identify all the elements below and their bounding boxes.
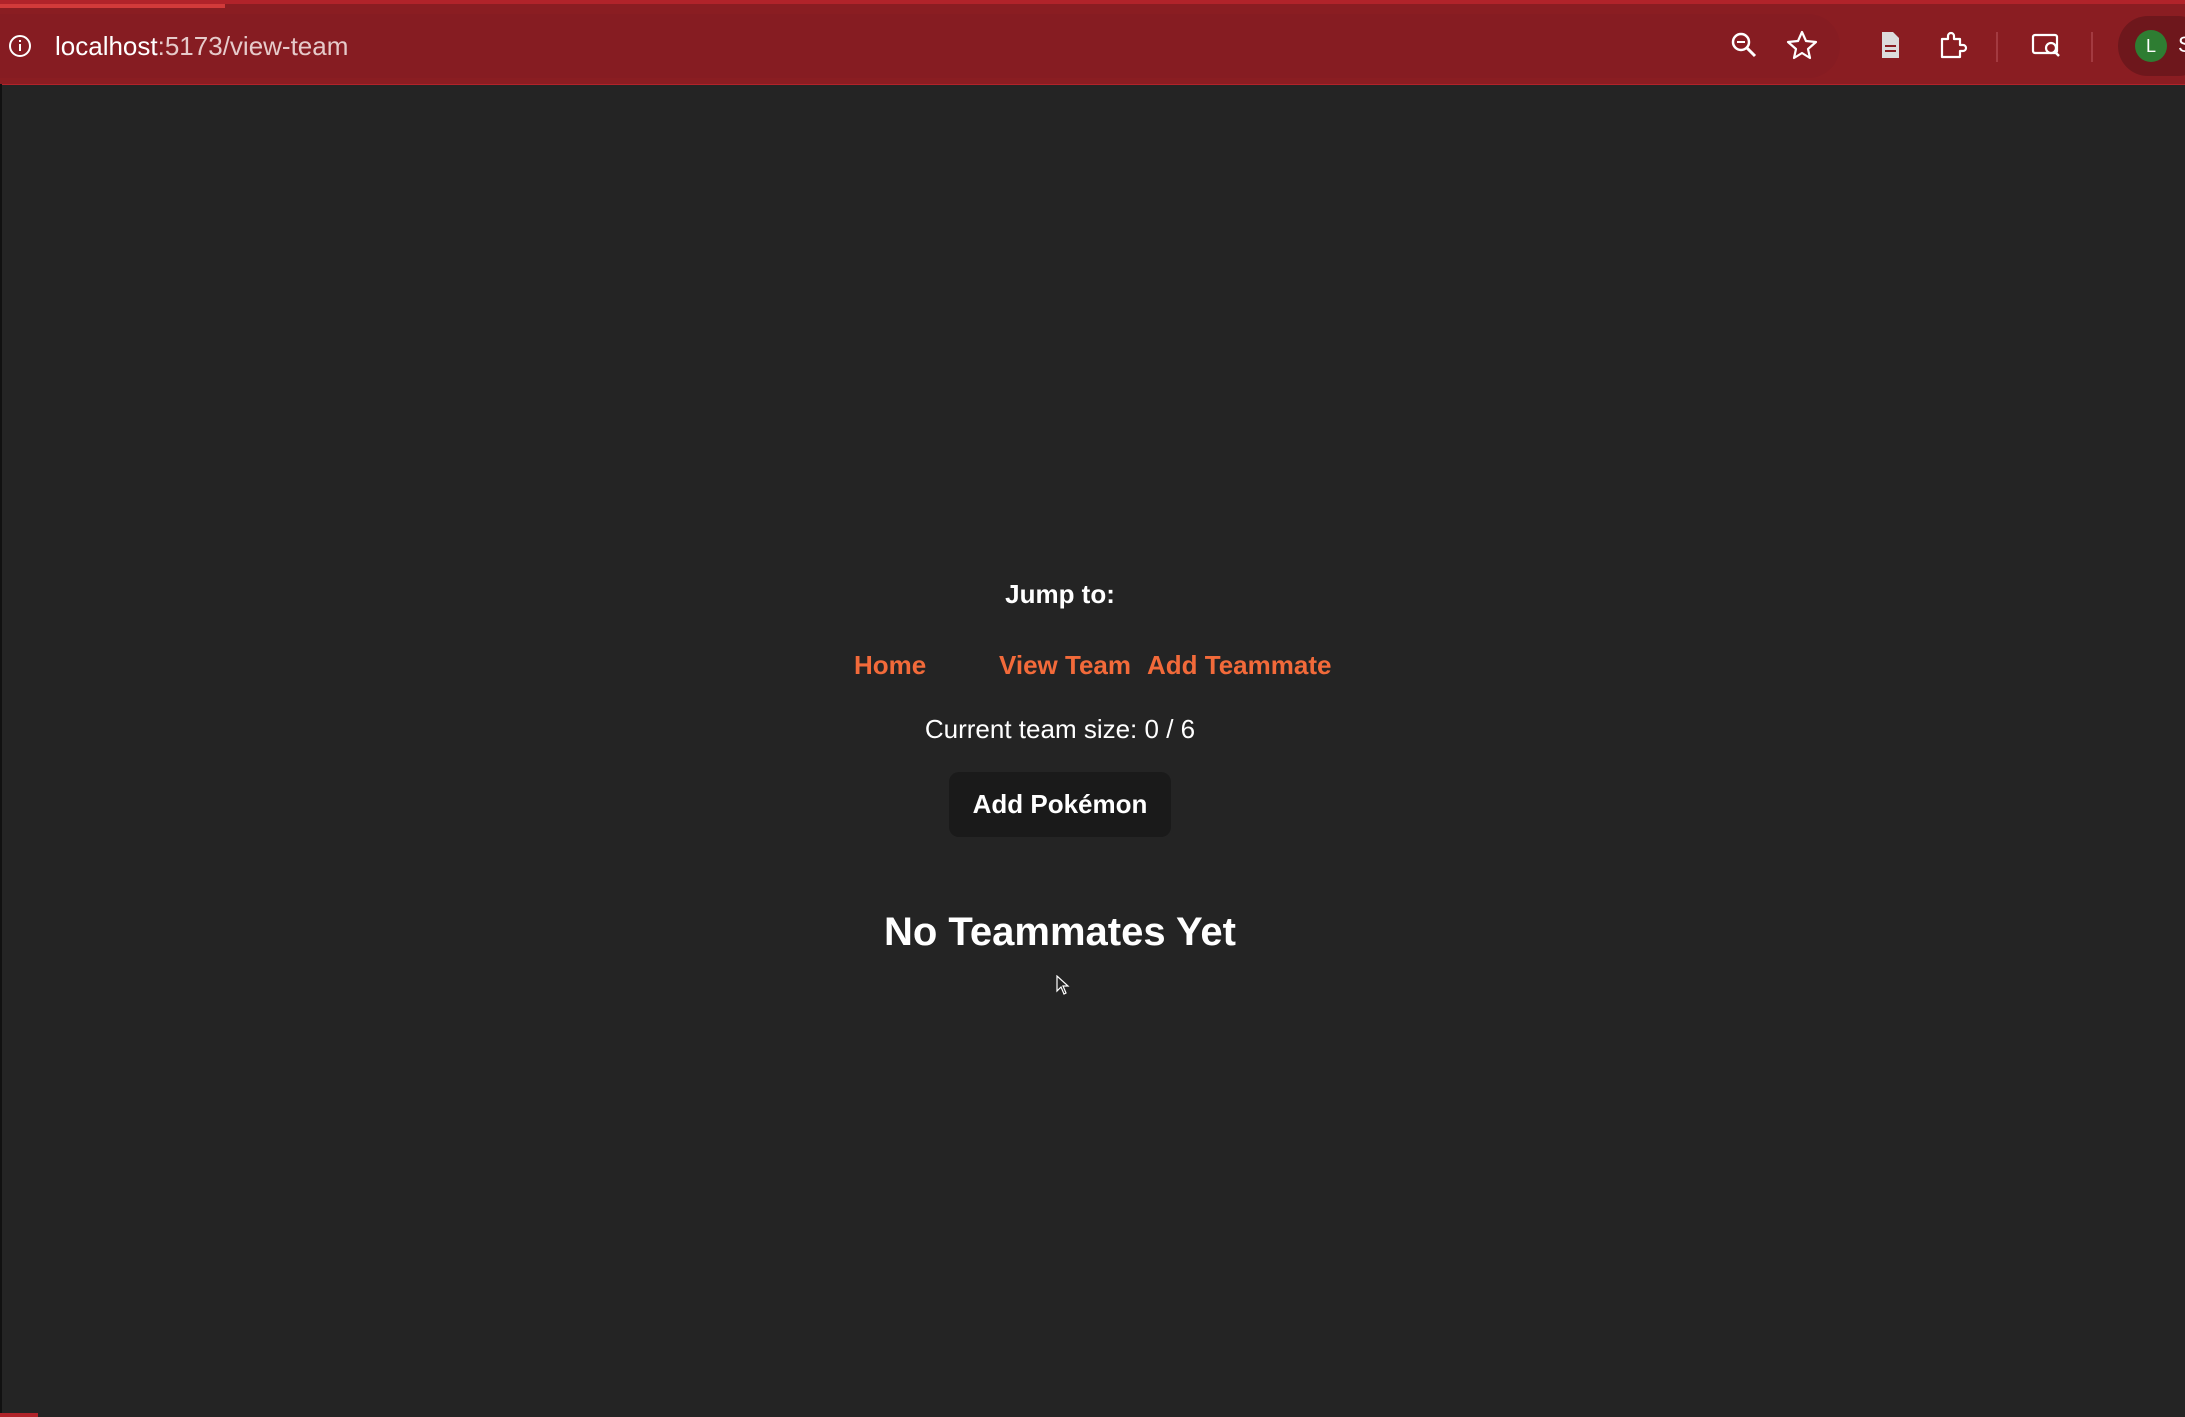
add-pokemon-button[interactable]: Add Pokémon (949, 772, 1171, 837)
star-icon[interactable] (1786, 29, 1818, 61)
page-content: Jump to: Home View Team Add Teammate Cur… (0, 84, 2120, 1417)
nav-link-view-team[interactable]: View Team (999, 650, 1131, 681)
avatar[interactable]: L (2135, 30, 2167, 62)
lens-search-icon[interactable] (2030, 29, 2062, 61)
url-host: localhost (55, 31, 158, 61)
zoom-icon[interactable] (1728, 29, 1760, 61)
bottom-edge-mark (0, 1413, 38, 1417)
info-icon[interactable] (8, 34, 32, 58)
address-bar[interactable]: localhost:5173/view-team (0, 14, 1840, 78)
jump-to-label: Jump to: (1005, 579, 1115, 609)
document-icon[interactable] (1874, 29, 1906, 61)
tab-strip-edge (0, 4, 225, 8)
empty-state-heading: No Teammates Yet (883, 910, 1236, 954)
url-text[interactable]: localhost:5173/view-team (55, 30, 348, 62)
toolbar-separator (1996, 32, 1998, 62)
extensions-icon[interactable] (1937, 29, 1969, 61)
nav-link-add-teammate[interactable]: Add Teammate (1147, 650, 1331, 681)
toolbar-separator (2091, 32, 2093, 62)
nav-link-home[interactable]: Home (854, 650, 926, 681)
url-path: :5173/view-team (157, 31, 349, 61)
team-size-text: Current team size: 0 / 6 (924, 714, 1196, 744)
browser-toolbar: localhost:5173/view-team L S (0, 0, 2185, 84)
mouse-cursor-icon (1056, 975, 1070, 995)
profile-name[interactable]: S (2178, 32, 2185, 58)
